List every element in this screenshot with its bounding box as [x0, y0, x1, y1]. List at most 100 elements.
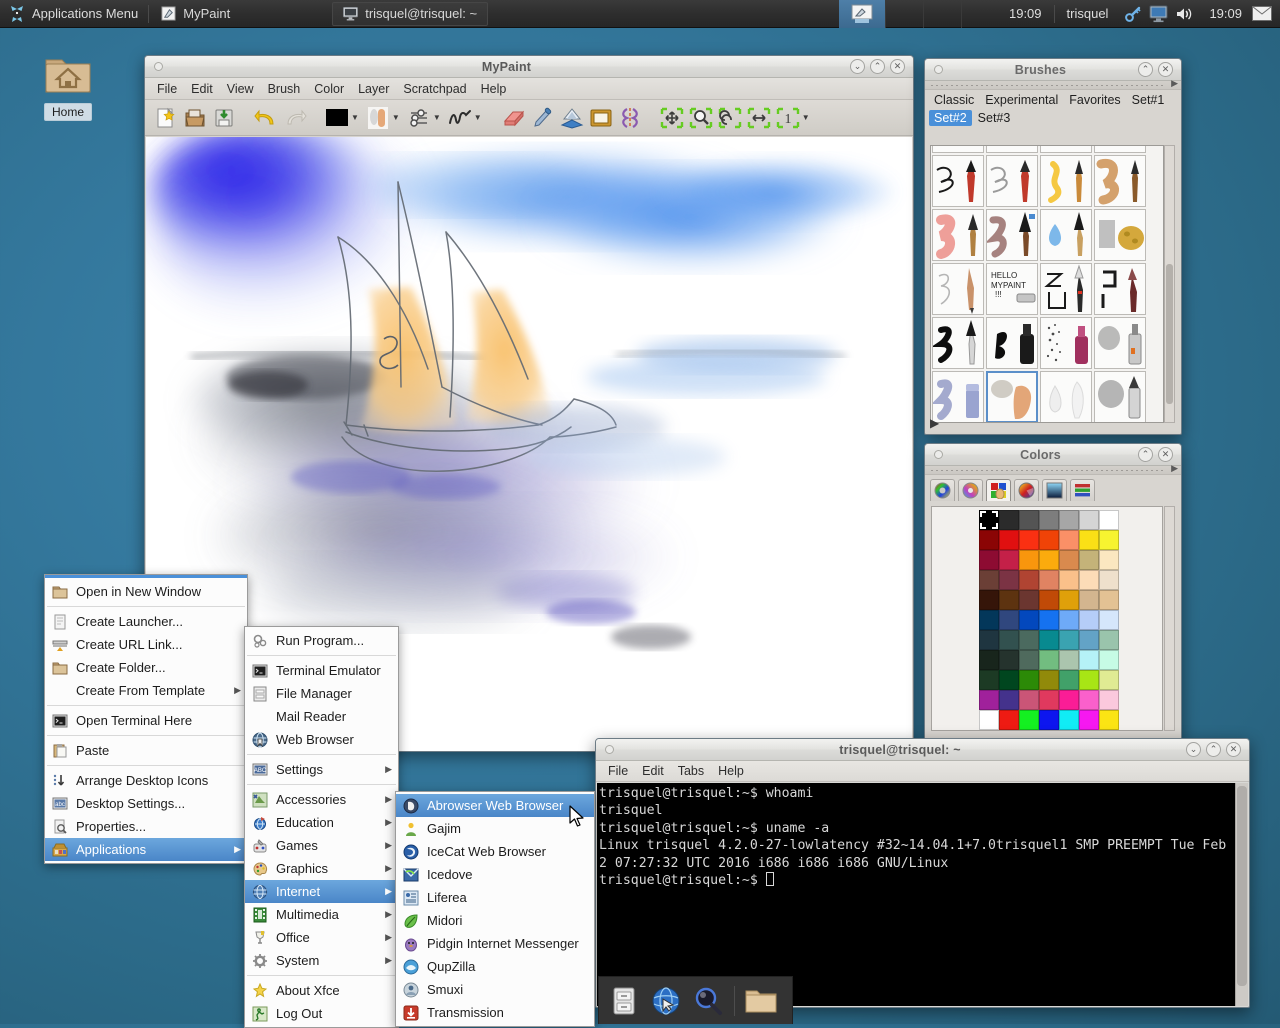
color-swatch[interactable]	[1079, 690, 1099, 710]
menu-item-paste[interactable]: Paste	[45, 739, 247, 762]
color-swatch-icon[interactable]	[324, 104, 350, 132]
color-swatch[interactable]	[979, 570, 999, 590]
menu-help[interactable]: Help	[475, 80, 513, 98]
brush-item[interactable]	[932, 209, 984, 261]
color-swatch[interactable]	[1099, 550, 1119, 570]
color-swatch[interactable]	[1059, 550, 1079, 570]
brush-scroll-thumb[interactable]	[1166, 264, 1173, 404]
color-swatch[interactable]	[1019, 570, 1039, 590]
close-button[interactable]: ✕	[1226, 742, 1241, 757]
menu-brush[interactable]: Brush	[262, 80, 307, 98]
menu-item-arrange-desktop-icons[interactable]: Arrange Desktop Icons	[45, 769, 247, 792]
brushes-titlebar[interactable]: Brushes ⌃ ✕	[925, 59, 1181, 81]
color-swatch[interactable]	[1059, 510, 1079, 530]
color-swatch-caret-icon[interactable]: ▼	[351, 113, 359, 122]
brush-item[interactable]	[986, 209, 1038, 261]
color-swatch[interactable]	[1059, 570, 1079, 590]
brush-item[interactable]	[1040, 155, 1092, 207]
brush-item[interactable]	[1094, 146, 1146, 153]
menu-item-smuxi[interactable]: Smuxi	[396, 978, 594, 1001]
color-swatch[interactable]	[1099, 530, 1119, 550]
colors-collapse-button[interactable]: ⌃	[1138, 447, 1153, 462]
window-menu-icon[interactable]	[605, 745, 614, 754]
menu-item-system[interactable]: System ▶	[245, 949, 398, 972]
brush-item-selected[interactable]	[986, 371, 1038, 422]
brush-item[interactable]	[932, 263, 984, 315]
brush-tab-experimental[interactable]: Experimental	[980, 92, 1063, 108]
symmetry-icon[interactable]	[617, 104, 643, 132]
menu-item-graphics[interactable]: Graphics ▶	[245, 857, 398, 880]
workspace-slot-2[interactable]	[922, 0, 961, 28]
menu-item-open-terminal-here[interactable]: Open Terminal Here	[45, 709, 247, 732]
terminal-menu-edit[interactable]: Edit	[636, 763, 670, 779]
brush-tab-set1[interactable]: Set#1	[1127, 92, 1170, 108]
color-swatch[interactable]	[1019, 610, 1039, 630]
color-swatch[interactable]	[1019, 630, 1039, 650]
color-palette[interactable]	[979, 510, 1119, 730]
terminal-scroll-thumb[interactable]	[1237, 786, 1247, 986]
color-swatch[interactable]	[1099, 590, 1119, 610]
color-swatch[interactable]	[1079, 590, 1099, 610]
web-browser-icon[interactable]	[647, 982, 685, 1020]
color-swatch[interactable]	[1099, 510, 1119, 530]
menu-layer[interactable]: Layer	[352, 80, 395, 98]
sliders-icon[interactable]	[1070, 479, 1095, 501]
color-swatch[interactable]	[999, 550, 1019, 570]
maximize-button[interactable]: ⌃	[1206, 742, 1221, 757]
menu-item-qupzilla[interactable]: QupZilla	[396, 955, 594, 978]
color-swatch[interactable]	[1039, 510, 1059, 530]
task-button-mypaint[interactable]: MyPaint	[151, 2, 240, 26]
color-swatch[interactable]	[1039, 550, 1059, 570]
color-swatch[interactable]	[1019, 550, 1039, 570]
brush-item[interactable]	[1094, 371, 1146, 422]
menu-item-accessories[interactable]: Accessories ▶	[245, 788, 398, 811]
menu-item-create-launcher[interactable]: Create Launcher...	[45, 610, 247, 633]
menu-item-file-manager[interactable]: File Manager	[245, 682, 398, 705]
color-swatch[interactable]	[979, 690, 999, 710]
brush-item[interactable]	[1094, 155, 1146, 207]
color-swatch[interactable]	[1019, 670, 1039, 690]
brush-settings-icon[interactable]	[406, 104, 432, 132]
color-swatch[interactable]	[999, 710, 1019, 730]
menu-item-web-browser[interactable]: Web Browser	[245, 728, 398, 751]
layers-icon[interactable]	[559, 104, 585, 132]
menu-color[interactable]: Color	[308, 80, 350, 98]
color-swatch[interactable]	[1039, 710, 1059, 730]
color-swatch[interactable]	[1079, 510, 1099, 530]
hsv-wheel-icon[interactable]	[930, 479, 955, 501]
undo-icon[interactable]	[253, 104, 279, 132]
brush-scrollbar[interactable]	[1164, 145, 1175, 423]
terminal-scrollbar[interactable]	[1235, 783, 1248, 1006]
color-swatch[interactable]	[1019, 510, 1039, 530]
menu-item-applications[interactable]: Applications ▶	[45, 838, 247, 861]
show-desktop-button[interactable]	[838, 0, 885, 28]
menu-item-about-xfce[interactable]: About Xfce	[245, 979, 398, 1002]
brush-item[interactable]	[986, 317, 1038, 369]
palette-icon[interactable]	[986, 479, 1011, 501]
pan-view-icon[interactable]	[659, 104, 685, 132]
color-swatch[interactable]	[999, 510, 1019, 530]
menu-item-icecat-web-browser[interactable]: IceCat Web Browser	[396, 840, 594, 863]
save-document-icon[interactable]	[211, 104, 237, 132]
brush-selector-caret-icon[interactable]: ▼	[392, 113, 400, 122]
mail-icon[interactable]	[1252, 6, 1272, 21]
color-swatch[interactable]	[1099, 690, 1119, 710]
menu-file[interactable]: File	[151, 80, 183, 98]
stroke-preview-caret-icon[interactable]: ▼	[474, 113, 482, 122]
brush-item[interactable]	[1094, 317, 1146, 369]
color-swatch[interactable]	[1099, 610, 1119, 630]
mypaint-titlebar[interactable]: MyPaint ⌄ ⌃ ✕	[145, 56, 913, 78]
brush-item[interactable]	[1040, 209, 1092, 261]
color-swatch[interactable]	[979, 650, 999, 670]
color-swatch[interactable]	[999, 570, 1019, 590]
terminal-menu-help[interactable]: Help	[712, 763, 750, 779]
clock[interactable]: 19:09	[1199, 6, 1252, 21]
terminal-menu-file[interactable]: File	[602, 763, 634, 779]
eraser-icon[interactable]	[501, 104, 527, 132]
brush-item[interactable]	[1040, 263, 1092, 315]
workspace-slot-1[interactable]	[884, 0, 923, 28]
brush-item[interactable]	[1040, 146, 1092, 153]
hcy-wheel-icon[interactable]	[958, 479, 983, 501]
color-swatch[interactable]	[1079, 670, 1099, 690]
display-icon[interactable]	[1149, 5, 1168, 23]
